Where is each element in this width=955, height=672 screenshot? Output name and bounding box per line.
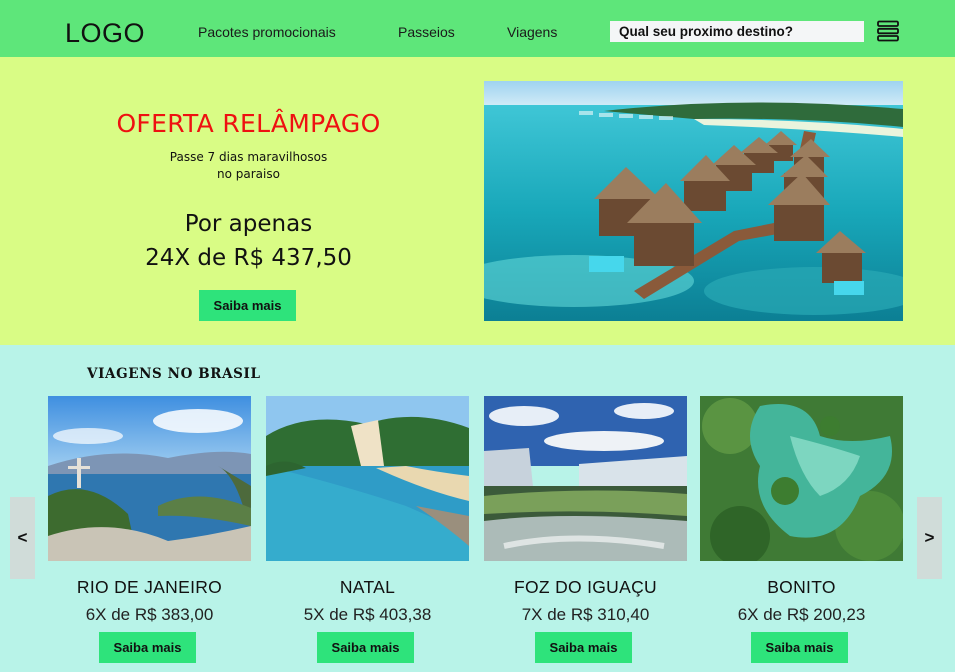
hero-title: OFERTA RELÂMPAGO	[116, 109, 381, 138]
hero-price-label: Por apenas	[184, 211, 313, 237]
card-price: 6X de R$ 383,00	[85, 605, 214, 624]
hero-image	[484, 81, 903, 321]
card-saiba-mais-button[interactable]: Saiba mais	[535, 632, 632, 663]
card-price: 6X de R$ 200,23	[737, 605, 866, 624]
carousel-next-button[interactable]: >	[917, 497, 942, 579]
card-image-rio[interactable]	[48, 396, 251, 561]
hero-saiba-mais-button[interactable]: Saiba mais	[199, 290, 296, 321]
card-price: 5X de R$ 403,38	[303, 605, 432, 624]
hero-subtitle: Passe 7 dias maravilhosos no paraiso	[0, 149, 497, 183]
nav-viagens[interactable]: Viagens	[507, 24, 557, 40]
destination-card-natal: NATAL 5X de R$ 403,38 Saiba mais	[266, 396, 469, 666]
destination-card-bonito: BONITO 6X de R$ 200,23 Saiba mais	[700, 396, 903, 666]
hamburger-menu-icon[interactable]	[877, 20, 899, 42]
card-saiba-mais-button[interactable]: Saiba mais	[317, 632, 414, 663]
hero-subtitle-line-2: no paraiso	[217, 167, 280, 181]
search-input[interactable]	[610, 21, 864, 42]
carousel-prev-button[interactable]: <	[10, 497, 35, 579]
logo[interactable]: LOGO	[65, 18, 145, 49]
nav-pacotes-promocionais[interactable]: Pacotes promocionais	[198, 24, 336, 40]
card-title: NATAL	[339, 577, 396, 597]
card-title: BONITO	[767, 577, 836, 597]
card-saiba-mais-button[interactable]: Saiba mais	[751, 632, 848, 663]
card-image-bonito[interactable]	[700, 396, 903, 561]
hero-banner: OFERTA RELÂMPAGO Passe 7 dias maravilhos…	[0, 57, 955, 345]
card-title: FOZ DO IGUAÇU	[514, 577, 657, 597]
card-image-natal[interactable]	[266, 396, 469, 561]
card-image-foz[interactable]	[484, 396, 687, 561]
hero-price: 24X de R$ 437,50	[145, 245, 352, 271]
card-saiba-mais-button[interactable]: Saiba mais	[99, 632, 196, 663]
top-navbar: LOGO Pacotes promocionais Passeios Viage…	[0, 0, 955, 57]
nav-passeios[interactable]: Passeios	[398, 24, 455, 40]
destination-card-rio: RIO DE JANEIRO 6X de R$ 383,00 Saiba mai…	[48, 396, 251, 666]
card-price: 7X de R$ 310,40	[521, 605, 650, 624]
card-title: RIO DE JANEIRO	[76, 577, 223, 597]
section-title: VIAGENS NO BRASIL	[87, 366, 261, 382]
destination-card-foz: FOZ DO IGUAÇU 7X de R$ 310,40 Saiba mais	[484, 396, 687, 666]
hero-subtitle-line-1: Passe 7 dias maravilhosos	[169, 150, 328, 164]
